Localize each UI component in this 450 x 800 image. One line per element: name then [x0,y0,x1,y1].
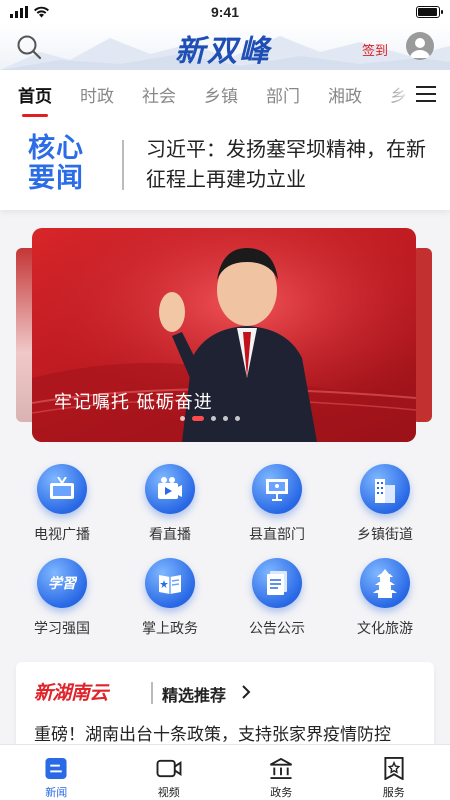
core-news-section[interactable]: 核心 要闻 习近平：发扬塞罕坝精神，在新征程上再建功立业 [0,118,450,210]
avatar[interactable] [406,32,434,60]
app-screen: 9:41 新双峰 签到 首页 时政 社会 乡镇 部门 湘政 乡 [0,0,450,800]
tv-icon [37,464,87,514]
carousel-dot[interactable] [235,416,240,421]
tab-hunan-gov[interactable]: 湘政 [328,82,362,107]
tab-society[interactable]: 社会 [142,82,176,107]
carousel-dot[interactable] [211,416,216,421]
recommend-title[interactable]: 精选推荐 [162,682,226,706]
pagoda-icon [360,558,410,608]
service-icon [384,757,404,780]
chevron-right-icon[interactable] [240,684,252,700]
banner-card[interactable]: 牢记嘱托 砥砺奋进 [32,228,416,442]
channel-tabs: 首页 时政 社会 乡镇 部门 湘政 乡 [0,70,450,118]
carousel-dot[interactable] [223,416,228,421]
service-label: 电视广播 [34,527,90,543]
live-icon [145,464,195,514]
status-bar: 9:41 [0,0,450,24]
handbook-icon [145,558,195,608]
divider [122,140,124,190]
core-news-headline[interactable]: 习近平：发扬塞罕坝精神，在新征程上再建功立业 [146,134,442,194]
nav-government[interactable]: 政务 [225,745,338,800]
news-icon [45,757,67,780]
service-label: 县直部门 [249,527,305,543]
nav-video[interactable]: 视频 [113,745,226,800]
divider [151,682,153,704]
banner-carousel[interactable]: 牢记嘱托 砥砺奋进 [0,226,450,442]
carousel-dots [180,416,240,421]
nav-news[interactable]: 新闻 [0,745,113,800]
core-news-label: 核心 要闻 [28,133,84,194]
tab-towns[interactable]: 乡镇 [204,82,238,107]
user-icon [410,38,430,58]
tab-departments[interactable]: 部门 [266,82,300,107]
nav-service[interactable]: 服务 [338,745,450,800]
service-notices[interactable]: 公告公示 [229,558,325,638]
status-time: 9:41 [210,4,240,20]
service-towns-streets[interactable]: 乡镇街道 [337,464,433,544]
service-county-departments[interactable]: 县直部门 [229,464,325,544]
brand-logo: 新湖南云 [34,682,109,704]
service-label: 看直播 [149,527,191,543]
notice-icon [252,558,302,608]
video-icon [156,759,182,778]
carousel-dot[interactable] [180,416,185,421]
service-live[interactable]: 看直播 [122,464,218,544]
tab-home[interactable]: 首页 [18,82,52,117]
search-icon[interactable] [16,34,42,60]
xuexi-icon: 学習 [37,558,87,608]
app-header: 新双峰 签到 [0,24,450,70]
building-icon [360,464,410,514]
banner-title: 牢记嘱托 砥砺奋进 [54,392,213,413]
service-label: 学习强国 [34,621,90,637]
service-grid: 电视广播 看直播 县直部门 乡镇街道 学習 学习强国 掌上政务 公告公示 文化旅… [0,456,450,648]
app-logo: 新双峰 [175,34,271,69]
service-xuexi[interactable]: 学習 学习强国 [14,558,110,638]
service-culture-tourism[interactable]: 文化旅游 [337,558,433,638]
service-mobile-government[interactable]: 掌上政务 [122,558,218,638]
government-icon [270,757,293,780]
recommend-headline[interactable]: 重磅！湖南出台十条政策，支持张家界疫情防控 [34,720,430,745]
service-label: 公告公示 [249,621,305,637]
menu-icon[interactable] [416,86,436,102]
service-tv-radio[interactable]: 电视广播 [14,464,110,544]
battery-icon [416,6,443,18]
department-icon [252,464,302,514]
service-label: 文化旅游 [357,621,413,637]
svg-text:学習: 学習 [48,575,77,592]
service-label: 乡镇街道 [357,527,413,543]
signin-button[interactable]: 签到 [362,40,388,59]
service-label: 掌上政务 [142,621,198,637]
bottom-navigation: 新闻 视频 政务 服务 [0,744,450,800]
carousel-dot[interactable] [192,416,204,421]
tab-politics[interactable]: 时政 [80,82,114,107]
